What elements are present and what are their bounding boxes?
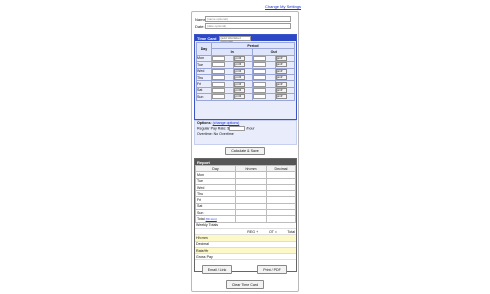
in-ampm-select[interactable]: pm▾ xyxy=(234,87,246,93)
name-row: Name: (name optional) xyxy=(195,16,291,22)
report-total-label: Total xyxy=(197,217,205,222)
out-time-input[interactable] xyxy=(253,87,267,93)
out-ampm-select[interactable]: pm▾ xyxy=(275,87,287,93)
out-ampm-value: pm xyxy=(276,68,281,73)
reg-header: REG xyxy=(247,229,256,234)
time-card-table: Day Period In Out Mon pm▾ pm▾ Tue pm▾ pm▾ Wed p… xyxy=(196,41,296,101)
in-ampm-value: pm xyxy=(235,75,240,80)
change-settings-link[interactable]: Change My Settings xyxy=(265,4,301,9)
pay-rate-input[interactable] xyxy=(229,126,246,132)
in-ampm-value: pm xyxy=(235,55,240,60)
in-ampm-value: pm xyxy=(235,81,240,86)
in-ampm-select[interactable]: pm▾ xyxy=(234,62,246,68)
out-ampm-value: pm xyxy=(276,55,281,60)
in-ampm-select[interactable]: pm▾ xyxy=(234,55,246,61)
weekly-totals-row: Gross Pay xyxy=(195,253,296,261)
out-time-input[interactable] xyxy=(253,81,267,87)
out-ampm-select[interactable]: pm▾ xyxy=(275,75,287,81)
out-ampm-select[interactable]: pm▾ xyxy=(275,81,287,87)
out-ampm-select[interactable]: pm▾ xyxy=(275,62,287,68)
report-total-note: (hh:mm) xyxy=(205,217,217,222)
email-link-button[interactable]: Email / Link xyxy=(202,265,232,274)
out-time-input[interactable] xyxy=(253,94,267,100)
in-ampm-value: pm xyxy=(235,68,240,73)
weekly-totals-table: Weekly Totals REG + OT = Total Hh:mm Deci… xyxy=(195,222,296,261)
in-ampm-select[interactable]: pm▾ xyxy=(234,68,246,74)
out-ampm-value: pm xyxy=(276,62,281,67)
in-time-input[interactable] xyxy=(212,68,225,74)
out-time-input[interactable] xyxy=(253,55,267,61)
out-time-input[interactable] xyxy=(253,68,267,74)
out-ampm-value: pm xyxy=(276,87,281,92)
change-options-link[interactable]: (change options) xyxy=(213,121,240,125)
options-label: Options xyxy=(197,121,211,125)
clear-time-card-button[interactable]: Clear Time Card xyxy=(226,280,264,289)
time-card: Time Card (add title/label optional) Day… xyxy=(194,34,297,120)
out-ampm-value: pm xyxy=(276,94,281,99)
time-card-row: Sun pm▾ pm▾ xyxy=(196,93,296,101)
plus-sign: + xyxy=(256,229,259,234)
date-input[interactable]: (date optional) xyxy=(205,23,291,29)
in-time-input[interactable] xyxy=(212,55,225,61)
in-ampm-value: pm xyxy=(235,62,240,67)
regular-pay-suffix: /hour xyxy=(246,126,255,131)
calculate-save-button[interactable]: Calculate & Save xyxy=(225,147,265,155)
in-time-input[interactable] xyxy=(212,87,225,93)
in-time-input[interactable] xyxy=(212,81,225,87)
weekly-row-label: Gross Pay xyxy=(195,253,235,261)
out-ampm-select[interactable]: pm▾ xyxy=(275,68,287,74)
in-ampm-select[interactable]: pm▾ xyxy=(234,81,246,87)
date-row: Date: (date optional) xyxy=(195,23,291,29)
out-ampm-select[interactable]: pm▾ xyxy=(275,55,287,61)
name-input[interactable]: (name optional) xyxy=(205,16,291,22)
out-ampm-value: pm xyxy=(276,75,281,80)
out-time-input[interactable] xyxy=(253,75,267,81)
in-ampm-value: pm xyxy=(235,94,240,99)
in-time-input[interactable] xyxy=(212,62,225,68)
time-card-header: Time Card (add title/label optional) xyxy=(195,35,296,42)
options-panel: Options: (change options) Regular Pay Ra… xyxy=(194,120,297,145)
ot-header: OT xyxy=(268,229,274,234)
time-card-title: Time Card xyxy=(197,35,217,41)
in-time-input[interactable] xyxy=(212,75,225,81)
date-label: Date: xyxy=(195,23,205,29)
in-ampm-value: pm xyxy=(235,87,240,92)
time-card-label-input[interactable]: (add title/label optional) xyxy=(218,35,251,42)
report-panel: Report Day hh:mm Decimal Mon Tue Wed Thu Fri… xyxy=(194,158,297,272)
equals-sign: = xyxy=(274,229,278,234)
in-ampm-select[interactable]: pm▾ xyxy=(234,75,246,81)
regular-pay-label: Regular Pay Rate: $ xyxy=(197,126,230,131)
in-ampm-select[interactable]: pm▾ xyxy=(234,94,246,100)
out-ampm-select[interactable]: pm▾ xyxy=(275,94,287,100)
time-card-calculator: Name: (name optional) Date: (date option… xyxy=(191,11,299,292)
overtime-text: Overtime: No Overtime xyxy=(197,131,234,136)
print-pdf-button[interactable]: Print / PDF xyxy=(257,265,287,274)
day-label: Sun xyxy=(196,93,212,101)
out-ampm-value: pm xyxy=(276,81,281,86)
report-table: Day hh:mm Decimal Mon Tue Wed Thu Fri Sat Sun … xyxy=(195,164,296,223)
report-total-row: Total (hh:mm) xyxy=(195,215,296,223)
day-header: Day xyxy=(196,42,212,56)
in-time-input[interactable] xyxy=(212,94,225,100)
name-label: Name: xyxy=(195,16,207,22)
out-time-input[interactable] xyxy=(253,62,267,68)
